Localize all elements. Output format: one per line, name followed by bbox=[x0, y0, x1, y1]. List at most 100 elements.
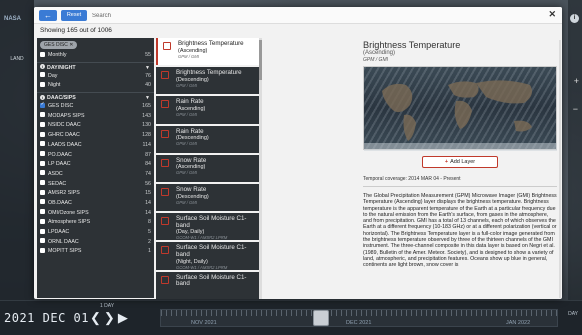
plus-icon: + bbox=[444, 159, 449, 165]
facet-option[interactable]: GHRC DAAC 128 bbox=[37, 131, 154, 141]
scrollbar-thumb[interactable] bbox=[259, 40, 262, 80]
layer-list-item[interactable]: Snow Rate (Ascending) GPM / GMI bbox=[156, 154, 259, 182]
facet-option[interactable]: PO.DAAC 87 bbox=[37, 151, 154, 161]
layer-list-item[interactable]: Surface Soil Moisture C1-band (Day, Daily… bbox=[156, 213, 259, 241]
facet-option[interactable]: Monthly 55 bbox=[37, 51, 154, 61]
layer-source: GCOM-W1 / AMSR2 LPRM bbox=[176, 235, 228, 241]
back-button[interactable]: ← bbox=[39, 10, 57, 21]
facet-checkbox[interactable] bbox=[40, 228, 45, 234]
facet-checkbox[interactable] bbox=[40, 238, 45, 244]
facet-checkbox[interactable] bbox=[40, 180, 45, 186]
facet-checkbox[interactable] bbox=[40, 131, 45, 137]
facet-checkbox[interactable] bbox=[40, 141, 45, 147]
facet-option[interactable]: OB.DAAC 14 bbox=[37, 199, 154, 209]
close-icon[interactable]: ✕ bbox=[548, 9, 556, 20]
layer-list-scrollbar[interactable] bbox=[259, 38, 262, 299]
timeline-ticks bbox=[161, 310, 557, 316]
layer-title: Brightness Temperature bbox=[176, 69, 242, 77]
facet-option[interactable]: GES DISC 165 bbox=[37, 100, 154, 112]
facet-option[interactable]: ORNL DAAC 2 bbox=[37, 238, 154, 248]
temporal-coverage: Temporal coverage: 2014 MAR 04 - Present bbox=[363, 176, 557, 187]
facet-option[interactable]: AMSR2 SIPS 15 bbox=[37, 189, 154, 199]
facet-option-count: 1 bbox=[148, 248, 151, 255]
facet-header-day-night[interactable]: i DAY/NIGHT ▼ bbox=[37, 61, 154, 72]
info-icon[interactable]: i bbox=[40, 64, 45, 70]
facet-checkbox[interactable] bbox=[40, 100, 45, 109]
facet-checkbox[interactable] bbox=[40, 199, 45, 205]
layer-checkbox[interactable] bbox=[161, 71, 169, 80]
timeline-date[interactable]: 2021 DEC 01 bbox=[4, 311, 89, 325]
layer-checkbox[interactable] bbox=[161, 246, 169, 255]
timeline-handle[interactable] bbox=[313, 310, 329, 326]
facet-checkbox[interactable] bbox=[40, 189, 45, 195]
facet-checkbox[interactable] bbox=[40, 247, 45, 253]
zoom-out-icon[interactable]: − bbox=[573, 104, 578, 114]
layer-checkbox[interactable] bbox=[161, 158, 169, 167]
reset-button[interactable]: Reset bbox=[61, 10, 87, 21]
timeline-step-label[interactable]: 1 DAY bbox=[100, 303, 114, 309]
layer-list-item[interactable]: Brightness Temperature (Descending) GPM / … bbox=[156, 67, 259, 95]
timeline-track[interactable]: NOV 2021 DEC 2021 JAN 2022 bbox=[160, 309, 558, 327]
facet-option[interactable]: NSIDC DAAC 130 bbox=[37, 121, 154, 131]
facet-checkbox[interactable] bbox=[40, 209, 45, 215]
prev-day-icon[interactable]: ❮ bbox=[90, 310, 101, 325]
facet-option[interactable]: LAADS DAAC 114 bbox=[37, 141, 154, 151]
active-filter-chip[interactable]: GES DISC ✕ bbox=[40, 41, 78, 49]
search-input[interactable] bbox=[92, 10, 492, 21]
layer-list-item[interactable]: Surface Soil Moisture C1-band (Night, Dai… bbox=[156, 242, 259, 270]
facet-option[interactable]: LPDAAC 5 bbox=[37, 228, 154, 238]
layer-detail-pane: Brightness Temperature (Ascending) GPM /… bbox=[363, 40, 557, 298]
facet-checkbox[interactable] bbox=[40, 81, 45, 87]
preview-map bbox=[364, 80, 557, 151]
detail-scrollbar[interactable] bbox=[559, 40, 561, 298]
add-layer-button[interactable]: + Add Layer bbox=[422, 156, 498, 168]
facet-option[interactable]: Day 76 bbox=[37, 72, 154, 82]
layer-list-item[interactable]: Snow Rate (Descending) GPM / GMI bbox=[156, 183, 259, 212]
facet-checkbox[interactable] bbox=[40, 112, 45, 118]
facet-option-count: 84 bbox=[145, 161, 151, 168]
facet-option[interactable]: OMI/Ozone SIPS 14 bbox=[37, 209, 154, 219]
layer-checkbox[interactable] bbox=[161, 100, 169, 109]
layer-list-item[interactable]: Surface Soil Moisture C1-band bbox=[156, 271, 259, 299]
facet-option[interactable]: Night 40 bbox=[37, 81, 154, 91]
next-day-icon[interactable]: ❯ bbox=[104, 310, 115, 325]
layer-checkbox[interactable] bbox=[161, 275, 169, 284]
facet-option[interactable]: SEDAC 56 bbox=[37, 180, 154, 190]
facet-checkbox[interactable] bbox=[40, 121, 45, 127]
facet-option[interactable]: LP DAAC 84 bbox=[37, 160, 154, 170]
zoom-in-icon[interactable]: + bbox=[574, 76, 579, 86]
layer-list-item[interactable]: Brightness Temperature (Ascending) GPM / G… bbox=[156, 38, 259, 66]
facet-option[interactable]: Atmosphere SIPS 8 bbox=[37, 218, 154, 228]
facet-checkbox[interactable] bbox=[40, 151, 45, 156]
facet-header-daac[interactable]: i DAAC/SIPS ▼ bbox=[37, 92, 154, 102]
layer-checkbox[interactable] bbox=[161, 187, 169, 196]
layer-checkbox[interactable] bbox=[161, 217, 169, 226]
info-icon[interactable]: i bbox=[570, 14, 579, 23]
facet-checkbox[interactable] bbox=[40, 218, 45, 224]
facet-option[interactable]: MOPITT SIPS 1 bbox=[37, 247, 154, 257]
facet-option-label: ASDC bbox=[48, 170, 63, 177]
rail-item-land[interactable]: LAND bbox=[2, 52, 32, 66]
facet-checkbox[interactable] bbox=[40, 51, 45, 57]
facet-option-count: 114 bbox=[142, 141, 151, 148]
layer-results-list: Brightness Temperature (Ascending) GPM / G… bbox=[156, 38, 259, 299]
facet-checkbox[interactable] bbox=[40, 72, 45, 78]
layer-title: Snow Rate bbox=[176, 185, 207, 193]
layer-checkbox[interactable] bbox=[163, 42, 171, 50]
play-icon[interactable]: ▶ bbox=[118, 310, 128, 325]
layer-list-item[interactable]: Rain Rate (Descending) GPM / GMI bbox=[156, 125, 259, 153]
facet-option[interactable]: ASDC 74 bbox=[37, 170, 154, 180]
layer-list-item[interactable]: Rain Rate (Ascending) GPM / GMI bbox=[156, 96, 259, 124]
facet-option-count: 143 bbox=[142, 112, 151, 119]
facet-checkbox[interactable] bbox=[40, 160, 45, 166]
facet-option-label: NSIDC DAAC bbox=[48, 122, 81, 129]
layer-checkbox[interactable] bbox=[161, 129, 169, 138]
facet-checkbox[interactable] bbox=[40, 170, 45, 176]
facet-option-count: 40 bbox=[145, 82, 151, 89]
facet-option-count: 14 bbox=[145, 199, 151, 206]
timeline-zoom-label[interactable]: DAY bbox=[568, 311, 578, 317]
facet-option-count: 56 bbox=[145, 180, 151, 187]
facet-option-count: 130 bbox=[142, 122, 151, 129]
facet-option[interactable]: MODAPS SIPS 143 bbox=[37, 112, 154, 122]
facet-option-label: LAADS DAAC bbox=[48, 141, 82, 148]
